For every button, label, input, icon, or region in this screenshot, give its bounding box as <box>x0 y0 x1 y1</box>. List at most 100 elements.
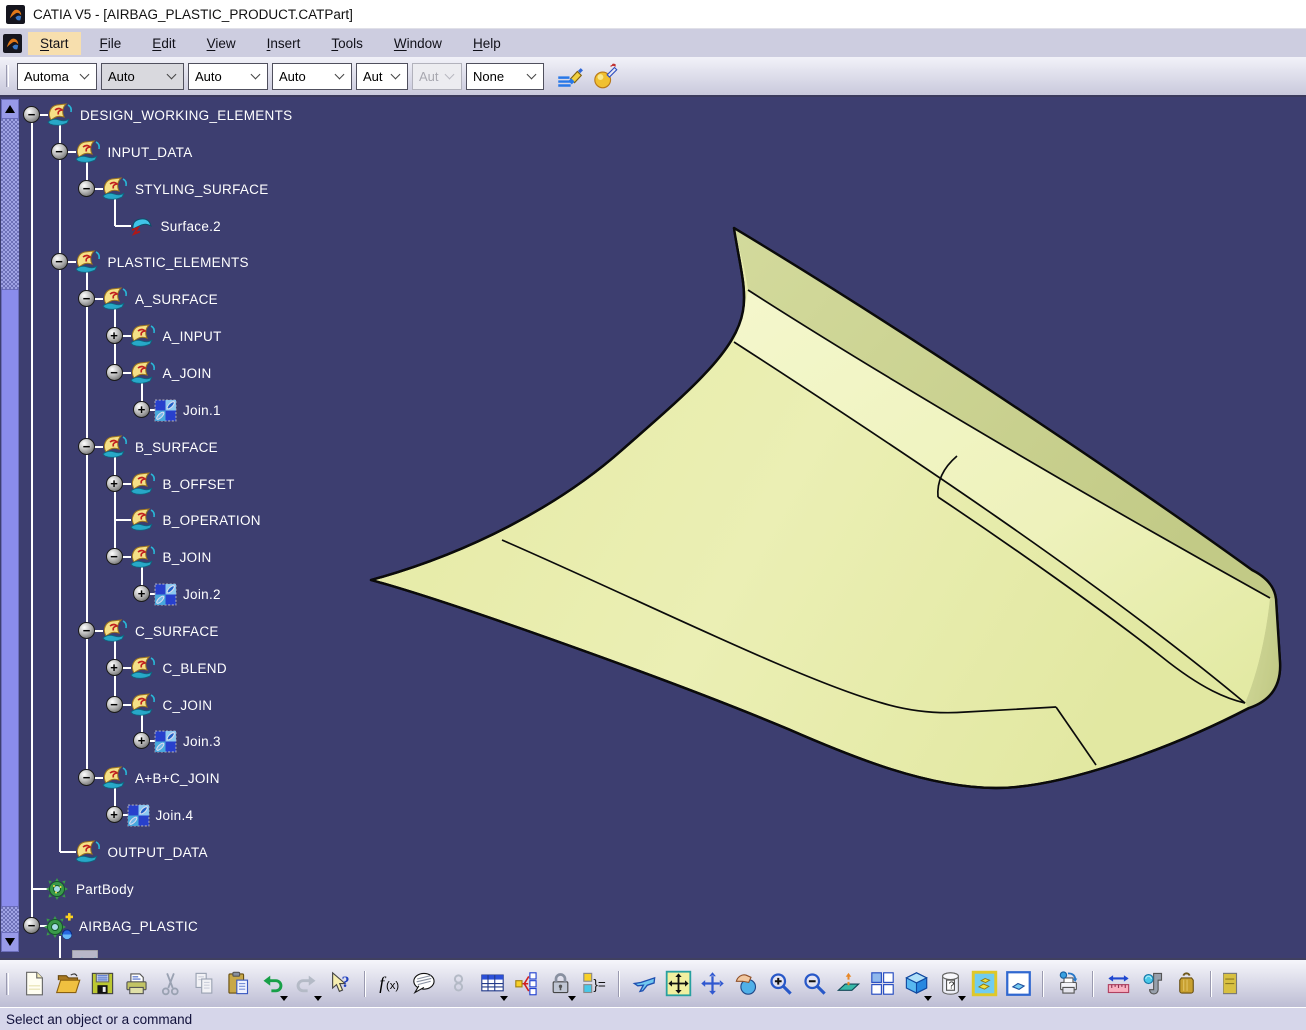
scroll-down-button[interactable] <box>1 932 19 952</box>
paste-icon[interactable] <box>221 966 255 1002</box>
tree-node-join-4[interactable]: Join.4 <box>127 800 194 830</box>
equivalent-dimensions-icon[interactable]: }= <box>577 966 611 1002</box>
tree-node-join-1[interactable]: Join.1 <box>154 395 221 425</box>
normal-view-icon[interactable] <box>831 966 865 1002</box>
new-document-icon[interactable] <box>17 966 51 1002</box>
comment-icon[interactable] <box>407 966 441 1002</box>
tree-node-partbody[interactable]: PartBody <box>44 874 134 904</box>
fly-mode-icon[interactable] <box>627 966 661 1002</box>
menu-window[interactable]: Window <box>382 32 454 55</box>
undo-icon[interactable] <box>255 966 289 1002</box>
measure-item-icon[interactable] <box>1135 966 1169 1002</box>
tree-node-surface-2[interactable]: Surface.2 <box>127 211 221 241</box>
menu-view[interactable]: View <box>195 32 248 55</box>
expand-handle[interactable]: + <box>106 806 123 823</box>
collapse-handle[interactable]: − <box>23 106 40 123</box>
tree-node-b-surface[interactable]: B_SURFACE <box>99 432 218 462</box>
open-folder-icon[interactable] <box>51 966 85 1002</box>
rotate-icon[interactable] <box>729 966 763 1002</box>
apply-material-icon[interactable] <box>590 61 620 91</box>
menu-insert[interactable]: Insert <box>255 32 313 55</box>
toolbar-grip[interactable] <box>6 65 9 87</box>
graphic-properties-combo-4[interactable]: Auto <box>272 63 352 90</box>
hidden-edges-icon[interactable] <box>1001 966 1035 1002</box>
scrollbar-thumb[interactable] <box>1 289 19 907</box>
collapse-handle[interactable]: − <box>51 143 68 160</box>
zoom-in-icon[interactable] <box>763 966 797 1002</box>
quick-print-icon[interactable] <box>1051 966 1085 1002</box>
tree-node-a-b-c-join[interactable]: A+B+C_JOIN <box>99 763 220 793</box>
dropdown-arrow-icon[interactable] <box>500 996 508 1001</box>
tree-node-styling-surface[interactable]: STYLING_SURFACE <box>99 174 269 204</box>
menu-start[interactable]: Start <box>28 32 81 55</box>
dropdown-arrow-icon[interactable] <box>314 996 322 1001</box>
menu-file[interactable]: File <box>88 32 134 55</box>
graphic-properties-combo-3[interactable]: Auto <box>188 63 268 90</box>
tree-node-a-join[interactable]: A_JOIN <box>127 358 212 388</box>
tree-node-c-blend[interactable]: C_BLEND <box>127 653 227 683</box>
lock-icon[interactable] <box>543 966 577 1002</box>
relations-icon[interactable] <box>509 966 543 1002</box>
multi-view-icon[interactable] <box>865 966 899 1002</box>
collapse-handle[interactable]: − <box>78 180 95 197</box>
tree-node-partial[interactable] <box>72 948 104 958</box>
zoom-out-icon[interactable] <box>797 966 831 1002</box>
view-mode-icon[interactable]: ? <box>933 966 967 1002</box>
tree-node-a-surface[interactable]: A_SURFACE <box>99 284 218 314</box>
tree-node-b-offset[interactable]: B_OFFSET <box>127 469 235 499</box>
tree-scrollbar[interactable] <box>1 99 19 955</box>
shading-edges-icon[interactable] <box>967 966 1001 1002</box>
expand-handle[interactable]: + <box>133 585 150 602</box>
graphic-properties-combo-1[interactable]: Automa <box>17 63 97 90</box>
dropdown-arrow-icon[interactable] <box>568 996 576 1001</box>
graphic-properties-combo-2[interactable]: Auto <box>101 63 184 90</box>
tree-node-b-operation[interactable]: B_OPERATION <box>127 505 261 535</box>
print-icon[interactable] <box>119 966 153 1002</box>
graphic-properties-combo-7[interactable]: None <box>466 63 544 90</box>
collapse-handle[interactable]: − <box>106 696 123 713</box>
collapse-handle[interactable]: − <box>51 253 68 270</box>
dropdown-arrow-icon[interactable] <box>924 996 932 1001</box>
tree-node-c-surface[interactable]: C_SURFACE <box>99 616 219 646</box>
menu-edit[interactable]: Edit <box>140 32 187 55</box>
expand-handle[interactable]: + <box>133 401 150 418</box>
collapse-handle[interactable]: − <box>106 364 123 381</box>
scrollbar-track-top[interactable] <box>1 119 19 289</box>
design-table-icon[interactable] <box>475 966 509 1002</box>
graphic-properties-painter-icon[interactable] <box>554 61 584 91</box>
partial-clipped-icon[interactable] <box>1219 966 1253 1002</box>
collapse-handle[interactable]: − <box>106 548 123 565</box>
tree-node-input-data[interactable]: INPUT_DATA <box>72 137 193 167</box>
tree-node-b-join[interactable]: B_JOIN <box>127 542 212 572</box>
scrollbar-track-bottom[interactable] <box>1 907 19 932</box>
graphic-properties-combo-5[interactable]: Aut <box>356 63 408 90</box>
tree-node-c-join[interactable]: C_JOIN <box>127 690 213 720</box>
expand-handle[interactable]: + <box>106 327 123 344</box>
menu-tools[interactable]: Tools <box>319 32 375 55</box>
formula-icon[interactable]: f(x) <box>373 966 407 1002</box>
toolbar-grip[interactable] <box>6 973 9 995</box>
save-icon[interactable] <box>85 966 119 1002</box>
collapse-handle[interactable]: − <box>23 917 40 934</box>
collapse-handle[interactable]: − <box>78 438 95 455</box>
pan-icon[interactable] <box>695 966 729 1002</box>
menu-help[interactable]: Help <box>461 32 513 55</box>
3d-viewport[interactable]: DESIGN_WORKING_ELEMENTS−INPUT_DATA−STYLI… <box>0 97 1306 958</box>
expand-handle[interactable]: + <box>106 659 123 676</box>
tree-node-airbag-plastic[interactable]: AIRBAG_PLASTIC <box>44 911 198 941</box>
whats-this-icon[interactable]: ? <box>323 966 357 1002</box>
tree-node-a-input[interactable]: A_INPUT <box>127 321 222 351</box>
dropdown-arrow-icon[interactable] <box>958 996 966 1001</box>
tree-node-plastic-elements[interactable]: PLASTIC_ELEMENTS <box>72 247 249 277</box>
scroll-up-button[interactable] <box>1 99 19 119</box>
fit-all-in-icon[interactable] <box>661 966 695 1002</box>
expand-handle[interactable]: + <box>133 732 150 749</box>
dropdown-arrow-icon[interactable] <box>280 996 288 1001</box>
tree-node-join-3[interactable]: Join.3 <box>154 726 221 756</box>
expand-handle[interactable]: + <box>106 475 123 492</box>
collapse-handle[interactable]: − <box>78 622 95 639</box>
tree-node-design-working-elements[interactable]: DESIGN_WORKING_ELEMENTS <box>44 100 292 130</box>
iso-view-icon[interactable] <box>899 966 933 1002</box>
document-app-icon[interactable] <box>3 34 22 53</box>
collapse-handle[interactable]: − <box>78 769 95 786</box>
